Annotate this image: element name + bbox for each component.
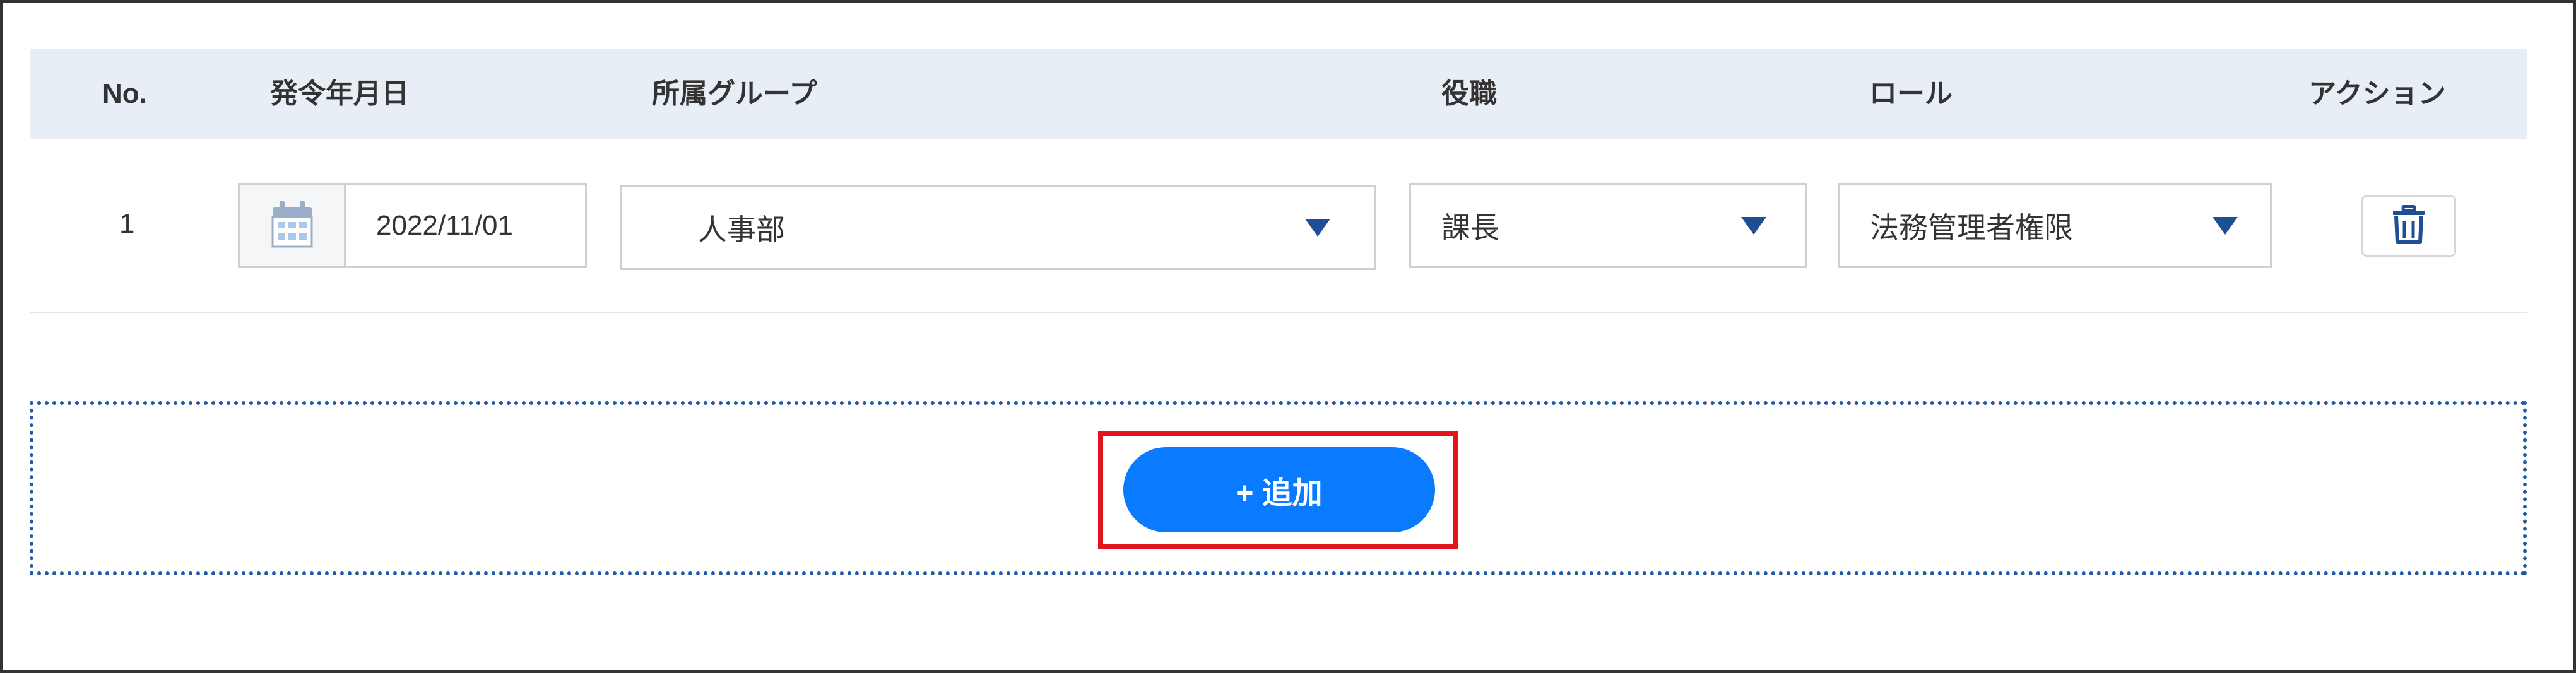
group-select[interactable]: 人事部 bbox=[620, 185, 1376, 270]
date-picker[interactable]: 2022/11/01 bbox=[238, 183, 587, 268]
add-button[interactable]: + 追加 bbox=[1123, 447, 1435, 532]
triangle-down-icon bbox=[2213, 216, 2238, 235]
triangle-down-icon bbox=[1305, 218, 1330, 237]
header-role: ロール bbox=[1869, 78, 1953, 109]
position-select[interactable]: 課長 bbox=[1409, 183, 1807, 268]
trash-icon bbox=[2392, 204, 2425, 247]
group-select-value: 人事部 bbox=[698, 213, 785, 246]
row-number: 1 bbox=[119, 208, 135, 239]
calendar-icon bbox=[271, 199, 313, 252]
date-input[interactable]: 2022/11/01 bbox=[346, 185, 585, 266]
role-select[interactable]: 法務管理者権限 bbox=[1838, 183, 2272, 268]
position-select-value: 課長 bbox=[1441, 211, 1499, 244]
triangle-down-icon bbox=[1741, 216, 1766, 235]
header-position: 役職 bbox=[1441, 78, 1497, 109]
header-date: 発令年月日 bbox=[270, 78, 409, 109]
header-group: 所属グループ bbox=[652, 78, 817, 109]
delete-row-button[interactable] bbox=[2361, 195, 2456, 257]
header-no: No. bbox=[102, 78, 147, 109]
header-action: アクション bbox=[2308, 78, 2446, 109]
role-select-value: 法務管理者権限 bbox=[1870, 211, 2073, 244]
calendar-button[interactable] bbox=[240, 185, 346, 266]
row-divider bbox=[30, 312, 2527, 313]
